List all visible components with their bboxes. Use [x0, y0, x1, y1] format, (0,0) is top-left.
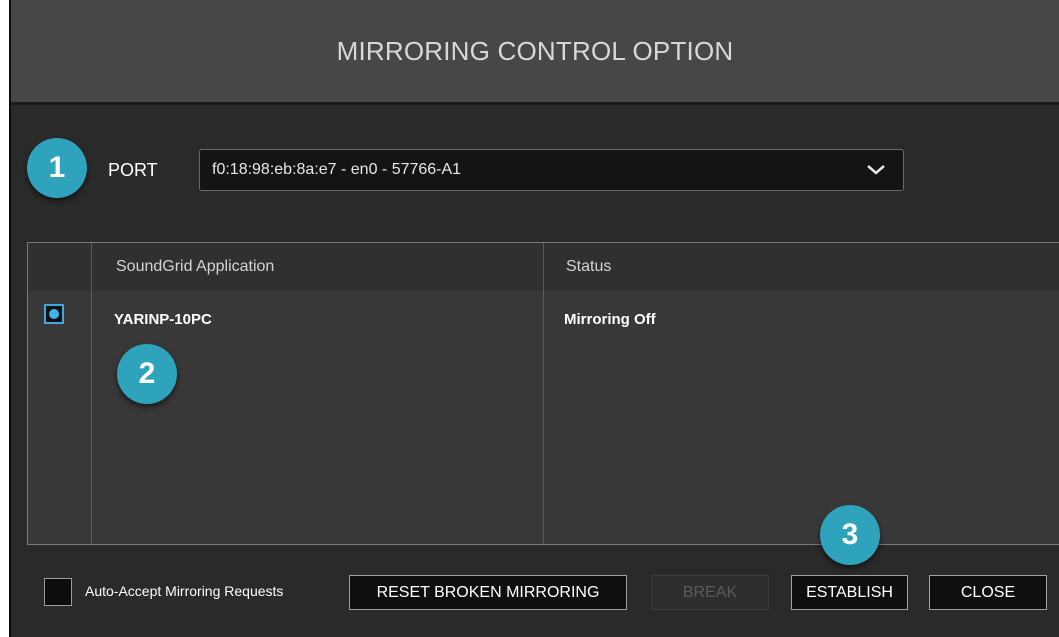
mirroring-status: Mirroring Off [564, 311, 656, 328]
column-divider [91, 243, 92, 544]
port-selected-value: f0:18:98:eb:8a:e7 - en0 - 57766-A1 [212, 161, 462, 178]
callout-badge-2: 2 [117, 344, 177, 404]
application-name: YARINP-10PC [114, 311, 212, 328]
callout-badge-1: 1 [27, 138, 87, 198]
dialog-title: MIRRORING CONTROL OPTION [336, 35, 734, 66]
auto-accept-label: Auto-Accept Mirroring Requests [85, 583, 284, 599]
close-button[interactable]: CLOSE [929, 575, 1047, 610]
port-dropdown[interactable]: f0:18:98:eb:8a:e7 - en0 - 57766-A1 [199, 149, 904, 191]
chevron-down-icon [867, 165, 885, 175]
column-divider [543, 243, 544, 544]
auto-accept-checkbox[interactable] [44, 578, 72, 606]
break-button[interactable]: BREAK [651, 575, 769, 610]
mirroring-dialog: MIRRORING CONTROL OPTION PORT f0:18:98:e… [9, 0, 1059, 637]
callout-badge-3: 3 [820, 505, 880, 565]
column-header-application: SoundGrid Application [116, 258, 275, 275]
port-label: PORT [108, 160, 158, 180]
reset-broken-mirroring-button[interactable]: RESET BROKEN MIRRORING [349, 575, 627, 610]
establish-button[interactable]: ESTABLISH [791, 575, 908, 610]
dialog-title-bar: MIRRORING CONTROL OPTION [11, 0, 1059, 105]
selected-dot-icon [49, 309, 59, 319]
applications-table: SoundGrid Application Status YARINP-10PC… [27, 242, 1059, 545]
row-select-checkbox[interactable] [44, 304, 64, 324]
column-header-status: Status [566, 258, 612, 275]
